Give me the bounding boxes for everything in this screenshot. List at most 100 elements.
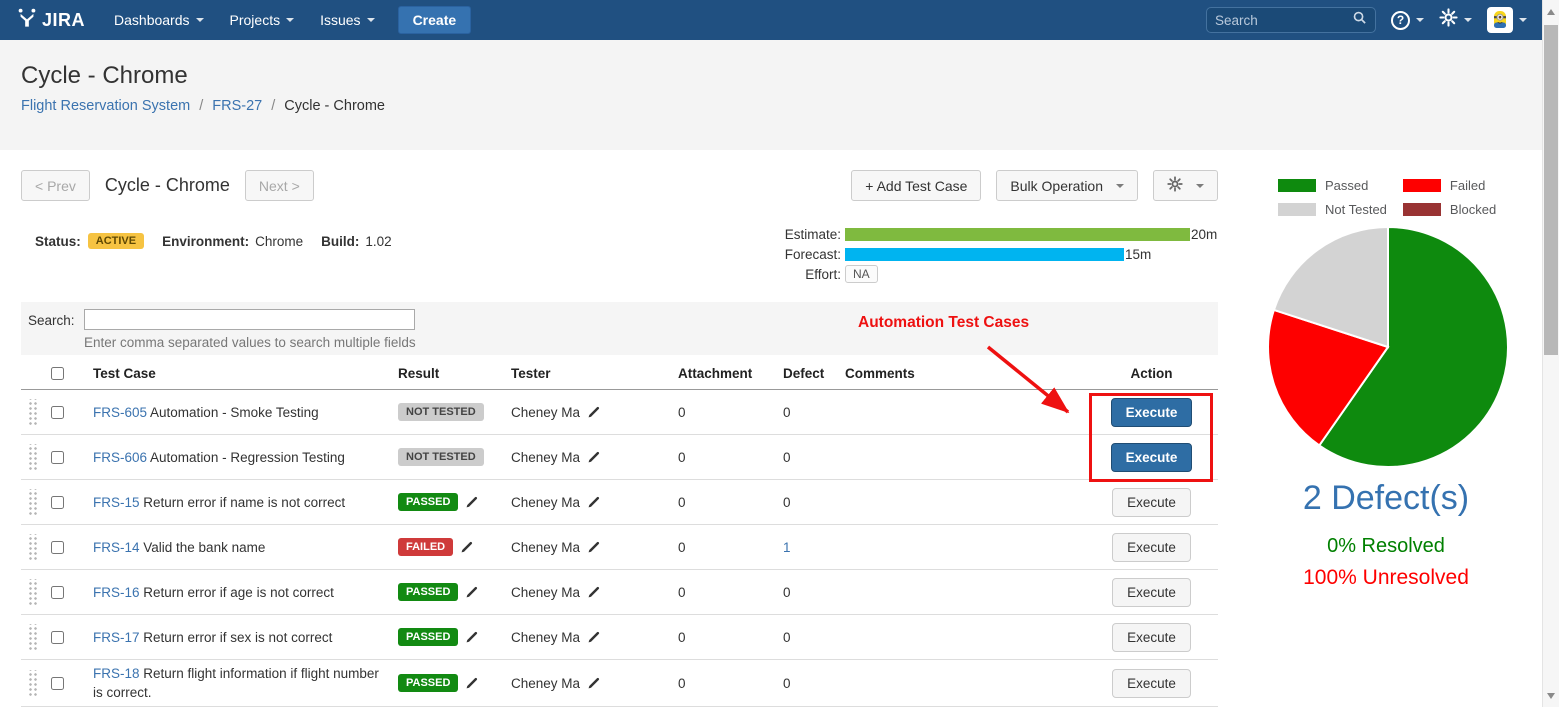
- attachment-count: 0: [678, 676, 686, 691]
- nav-menu-item-issues[interactable]: Issues: [307, 0, 387, 40]
- execute-button[interactable]: Execute: [1111, 443, 1193, 472]
- edit-tester-icon[interactable]: [587, 450, 601, 464]
- breadcrumb-item[interactable]: Flight Reservation System: [21, 98, 190, 114]
- breadcrumb-item[interactable]: FRS-27: [212, 98, 262, 114]
- action-cell: Execute: [1085, 669, 1218, 698]
- edit-tester-icon[interactable]: [587, 540, 601, 554]
- next-button[interactable]: Next >: [245, 170, 314, 201]
- vertical-scrollbar[interactable]: [1542, 0, 1559, 707]
- defect-cell: 0: [781, 676, 845, 691]
- test-case-link[interactable]: FRS-17: [93, 630, 140, 645]
- test-case-summary: Valid the bank name: [140, 540, 266, 555]
- prev-button[interactable]: < Prev: [21, 170, 90, 201]
- tester-cell: Cheney Ma: [511, 676, 666, 691]
- row-checkbox[interactable]: [51, 677, 64, 690]
- edit-result-icon[interactable]: [465, 630, 479, 644]
- drag-handle[interactable]: [27, 579, 37, 605]
- attachment-cell: 0: [666, 450, 781, 465]
- edit-tester-icon[interactable]: [587, 405, 601, 419]
- edit-result-icon[interactable]: [465, 585, 479, 599]
- execute-button[interactable]: Execute: [1112, 623, 1191, 652]
- scroll-down-button[interactable]: [1543, 687, 1559, 704]
- nav-menu-item-projects[interactable]: Projects: [217, 0, 308, 40]
- help-menu[interactable]: ?: [1391, 11, 1424, 30]
- test-case-link[interactable]: FRS-606: [93, 450, 147, 465]
- drag-handle-cell: [21, 579, 51, 605]
- result-badge[interactable]: NOT TESTED: [398, 448, 484, 466]
- legend-item-blocked: Blocked: [1403, 202, 1496, 217]
- result-badge[interactable]: PASSED: [398, 583, 458, 601]
- drag-handle[interactable]: [27, 670, 37, 696]
- test-case-link[interactable]: FRS-18: [93, 666, 140, 681]
- environment-label: Environment:: [162, 234, 249, 249]
- test-case-link[interactable]: FRS-15: [93, 495, 140, 510]
- edit-result-icon[interactable]: [465, 495, 479, 509]
- row-checkbox[interactable]: [51, 541, 64, 554]
- scrollbar-thumb[interactable]: [1544, 25, 1558, 355]
- chart-legend: PassedFailedNot TestedBlocked: [1278, 178, 1496, 217]
- edit-tester-icon[interactable]: [587, 630, 601, 644]
- table-row-frs-16: FRS-16 Return error if age is not correc…: [21, 570, 1218, 615]
- execute-button[interactable]: Execute: [1111, 398, 1193, 427]
- edit-result-icon[interactable]: [460, 540, 474, 554]
- arrow-up-icon: [1547, 9, 1555, 15]
- drag-handle[interactable]: [27, 444, 37, 470]
- nav-search-box[interactable]: [1206, 7, 1376, 33]
- result-badge[interactable]: FAILED: [398, 538, 453, 556]
- result-badge[interactable]: PASSED: [398, 674, 458, 692]
- row-checkbox[interactable]: [51, 586, 64, 599]
- chevron-down-icon: [1416, 18, 1424, 22]
- add-test-case-button[interactable]: + Add Test Case: [851, 170, 981, 201]
- table-row-frs-605: FRS-605 Automation - Smoke TestingNOT TE…: [21, 390, 1218, 435]
- drag-handle[interactable]: [27, 534, 37, 560]
- jira-logo[interactable]: JIRA: [16, 7, 85, 33]
- test-case-link[interactable]: FRS-14: [93, 540, 140, 555]
- test-case-cell: FRS-606 Automation - Regression Testing: [83, 444, 398, 471]
- column-header-test-case: Test Case: [83, 364, 398, 383]
- edit-tester-icon[interactable]: [587, 495, 601, 509]
- nav-search-input[interactable]: [1215, 13, 1352, 28]
- edit-tester-icon[interactable]: [587, 585, 601, 599]
- drag-handle[interactable]: [27, 624, 37, 650]
- bulk-operation-button[interactable]: Bulk Operation: [996, 170, 1138, 201]
- test-case-link[interactable]: FRS-605: [93, 405, 147, 420]
- result-badge[interactable]: PASSED: [398, 628, 458, 646]
- admin-menu[interactable]: [1439, 8, 1472, 32]
- select-all-checkbox[interactable]: [51, 367, 64, 380]
- execute-button[interactable]: Execute: [1112, 533, 1191, 562]
- legend-item-failed: Failed: [1403, 178, 1485, 193]
- result-badge[interactable]: PASSED: [398, 493, 458, 511]
- drag-handle[interactable]: [27, 489, 37, 515]
- table-search-input[interactable]: [84, 309, 415, 330]
- cycle-settings-button[interactable]: [1153, 170, 1218, 201]
- tester-name: Cheney Ma: [511, 495, 580, 510]
- row-checkbox[interactable]: [51, 406, 64, 419]
- test-case-summary: Return error if age is not correct: [140, 585, 334, 600]
- scroll-up-button[interactable]: [1543, 3, 1559, 20]
- drag-handle-cell: [21, 624, 51, 650]
- estimate-label: Estimate:: [775, 227, 841, 242]
- test-case-link[interactable]: FRS-16: [93, 585, 140, 600]
- chevron-down-icon: [196, 18, 204, 22]
- defect-count-link[interactable]: 1: [783, 540, 791, 555]
- row-checkbox[interactable]: [51, 451, 64, 464]
- row-checkbox[interactable]: [51, 631, 64, 644]
- test-case-cell: FRS-18 Return flight information if flig…: [83, 660, 398, 706]
- execute-button[interactable]: Execute: [1112, 578, 1191, 607]
- nav-left: JIRA DashboardsProjectsIssues Create: [0, 0, 471, 40]
- user-menu[interactable]: [1487, 7, 1527, 33]
- execute-button[interactable]: Execute: [1112, 488, 1191, 517]
- gear-icon: [1439, 8, 1458, 32]
- legend-label: Blocked: [1450, 202, 1496, 217]
- help-icon: ?: [1391, 11, 1410, 30]
- edit-result-icon[interactable]: [465, 676, 479, 690]
- create-button[interactable]: Create: [398, 6, 472, 34]
- action-cell: Execute: [1085, 533, 1218, 562]
- edit-tester-icon[interactable]: [587, 676, 601, 690]
- execute-button[interactable]: Execute: [1112, 669, 1191, 698]
- row-checkbox[interactable]: [51, 496, 64, 509]
- nav-menu-item-dashboards[interactable]: Dashboards: [101, 0, 217, 40]
- drag-handle[interactable]: [27, 399, 37, 425]
- row-checkbox-cell: [51, 541, 83, 554]
- result-badge[interactable]: NOT TESTED: [398, 403, 484, 421]
